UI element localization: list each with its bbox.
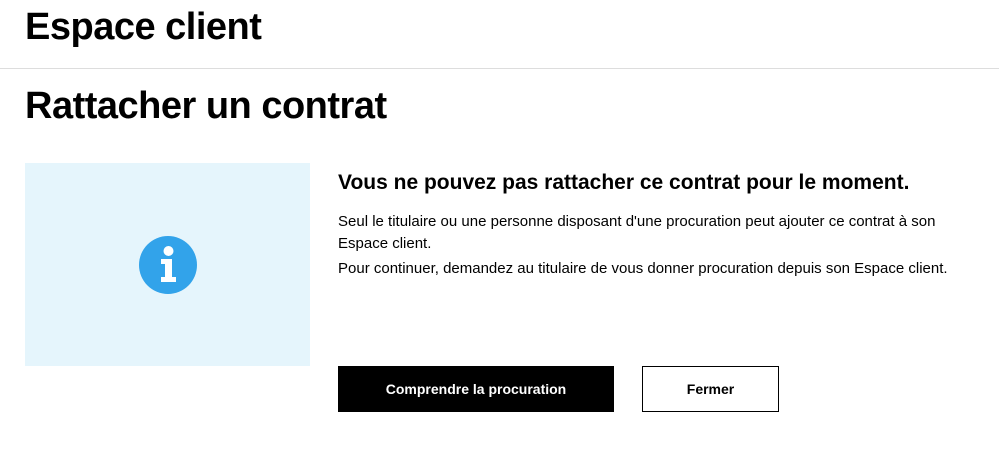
message-paragraph-1: Seul le titulaire ou une personne dispos… [338,213,936,252]
message-title: Vous ne pouvez pas rattacher ce contrat … [338,171,910,194]
app-title: Espace client [25,6,262,48]
close-button[interactable]: Fermer [642,366,779,412]
message-content: Vous ne pouvez pas rattacher ce contrat … [338,168,988,283]
message-paragraph-2: Pour continuer, demandez au titulaire de… [338,260,948,277]
understand-proxy-button[interactable]: Comprendre la procuration [338,366,614,412]
info-panel [25,163,310,366]
page-title: Rattacher un contrat [25,85,387,127]
info-icon [139,236,197,294]
header: Espace client [0,0,999,69]
